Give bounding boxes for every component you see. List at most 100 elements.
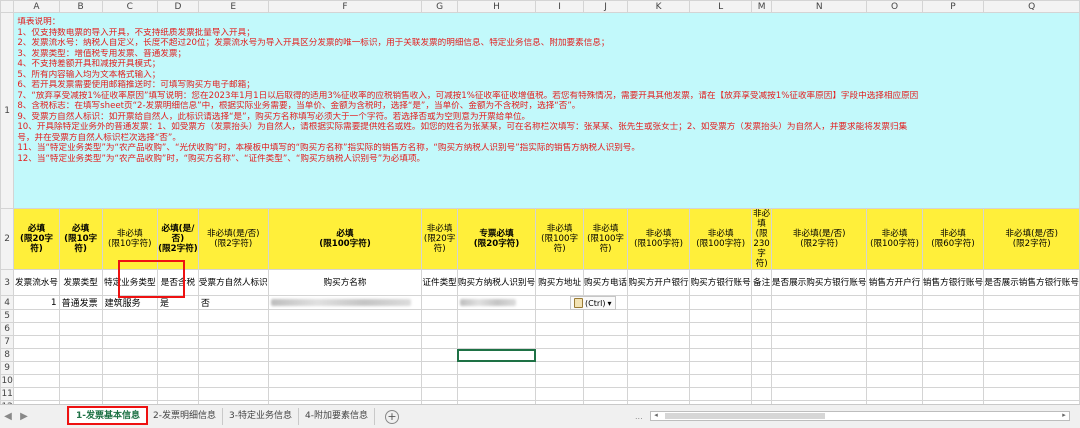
data-cell[interactable] [58, 348, 103, 362]
data-cell[interactable] [689, 335, 753, 349]
data-cell[interactable] [156, 348, 199, 362]
data-cell[interactable] [58, 374, 103, 388]
column-header[interactable]: M [751, 0, 772, 13]
data-cell[interactable] [983, 348, 1080, 362]
data-cell[interactable] [866, 348, 923, 362]
data-cell[interactable] [197, 309, 269, 323]
data-cell[interactable] [751, 361, 772, 375]
data-cell[interactable] [627, 335, 691, 349]
data-cell[interactable] [197, 348, 269, 362]
data-cell[interactable] [156, 374, 199, 388]
buyer-tax-id-cell[interactable] [456, 295, 537, 310]
column-header[interactable]: E [197, 0, 269, 13]
data-cell[interactable] [535, 361, 585, 375]
column-header[interactable]: Q [983, 0, 1080, 13]
prev-sheet-icon[interactable]: ◀ [0, 411, 16, 422]
column-header[interactable]: I [535, 0, 585, 13]
selected-cell[interactable] [456, 348, 537, 362]
row-header[interactable]: 2 [0, 208, 15, 270]
data-cell[interactable] [770, 387, 868, 401]
data-cell[interactable] [751, 295, 772, 310]
field-name-cell[interactable]: 是否展示销售方银行账号 [983, 269, 1080, 296]
spreadsheet-grid[interactable]: A B C D E F G H I J K L M N O P Q 1 填表说明： 1、仅支持数电票的导入开具，不支持… [0, 0, 1080, 404]
data-cell[interactable] [689, 348, 753, 362]
data-cell[interactable] [58, 335, 103, 349]
row-header[interactable]: 8 [0, 348, 15, 362]
data-cell[interactable] [13, 348, 60, 362]
data-cell[interactable] [583, 309, 629, 323]
data-cell[interactable] [689, 361, 753, 375]
row-header[interactable]: 4 [0, 295, 15, 310]
data-cell[interactable] [535, 348, 585, 362]
data-cell[interactable] [197, 335, 269, 349]
field-name-cell[interactable]: 购买方纳税人识别号 [456, 269, 537, 296]
data-cell[interactable] [535, 374, 585, 388]
field-name-cell[interactable]: 特定业务类型 [101, 269, 158, 296]
data-cell[interactable] [267, 374, 423, 388]
requirement-cell[interactable]: 非必填 (限100字符) [627, 208, 691, 270]
data-cell[interactable] [197, 322, 269, 336]
data-cell[interactable] [770, 374, 868, 388]
data-cell[interactable] [770, 322, 868, 336]
select-all-corner[interactable] [0, 0, 15, 13]
data-cell[interactable] [456, 322, 537, 336]
data-cell[interactable] [197, 374, 269, 388]
field-name-cell[interactable]: 购买方银行账号 [689, 269, 753, 296]
data-cell[interactable] [983, 335, 1080, 349]
data-cell[interactable] [751, 374, 772, 388]
field-name-cell[interactable]: 购买方地址 [535, 269, 585, 296]
data-cell[interactable] [921, 295, 985, 310]
data-cell[interactable] [421, 348, 458, 362]
requirement-cell[interactable]: 非必填 (限60字符) [921, 208, 985, 270]
column-header[interactable]: A [13, 0, 60, 13]
data-cell[interactable] [921, 335, 985, 349]
data-cell[interactable] [101, 335, 158, 349]
column-header[interactable]: B [58, 0, 103, 13]
data-cell[interactable] [751, 348, 772, 362]
requirement-cell[interactable]: 非必填(是/否) (限2字符) [197, 208, 269, 270]
data-cell[interactable] [866, 322, 923, 336]
data-cell[interactable] [689, 309, 753, 323]
data-cell[interactable] [156, 322, 199, 336]
data-cell[interactable] [921, 387, 985, 401]
data-cell[interactable] [770, 361, 868, 375]
field-name-cell[interactable]: 是否展示购买方银行账号 [770, 269, 868, 296]
data-cell[interactable] [983, 322, 1080, 336]
data-cell[interactable] [535, 309, 585, 323]
data-cell[interactable] [866, 387, 923, 401]
data-cell[interactable] [866, 374, 923, 388]
data-cell[interactable] [866, 309, 923, 323]
column-header[interactable]: P [921, 0, 985, 13]
buyer-name-cell[interactable] [267, 295, 423, 310]
column-header[interactable]: L [689, 0, 753, 13]
data-cell[interactable] [101, 309, 158, 323]
data-cell[interactable] [267, 361, 423, 375]
data-cell[interactable] [535, 322, 585, 336]
data-cell[interactable] [627, 374, 691, 388]
natural-person-flag-cell[interactable]: 否 [197, 295, 269, 310]
data-cell[interactable] [456, 361, 537, 375]
data-cell[interactable] [689, 387, 753, 401]
horizontal-scrollbar[interactable]: ◂ ▸ [650, 411, 1070, 421]
row-header[interactable]: 9 [0, 361, 15, 375]
data-cell[interactable] [535, 335, 585, 349]
row-header[interactable]: 6 [0, 322, 15, 336]
data-cell[interactable] [101, 361, 158, 375]
data-cell[interactable] [921, 309, 985, 323]
data-cell[interactable] [627, 348, 691, 362]
tab-additional-element-info[interactable]: 4-附加要素信息 [299, 408, 375, 425]
field-name-cell[interactable]: 购买方电话 [583, 269, 629, 296]
row-header[interactable]: 5 [0, 309, 15, 323]
data-cell[interactable] [267, 348, 423, 362]
data-cell[interactable] [456, 387, 537, 401]
row-header[interactable]: 10 [0, 374, 15, 388]
data-cell[interactable] [627, 361, 691, 375]
data-cell[interactable] [267, 322, 423, 336]
paste-options-button[interactable]: (Ctrl) ▾ [570, 296, 616, 310]
requirement-cell[interactable]: 必填(是/否) (限2字符) [156, 208, 199, 270]
scroll-right-icon[interactable]: ▸ [1059, 411, 1069, 419]
row-header[interactable]: 11 [0, 387, 15, 401]
data-cell[interactable] [197, 387, 269, 401]
requirement-cell[interactable]: 必填 (限20字符) [13, 208, 60, 270]
scrollbar-thumb[interactable] [665, 413, 825, 419]
